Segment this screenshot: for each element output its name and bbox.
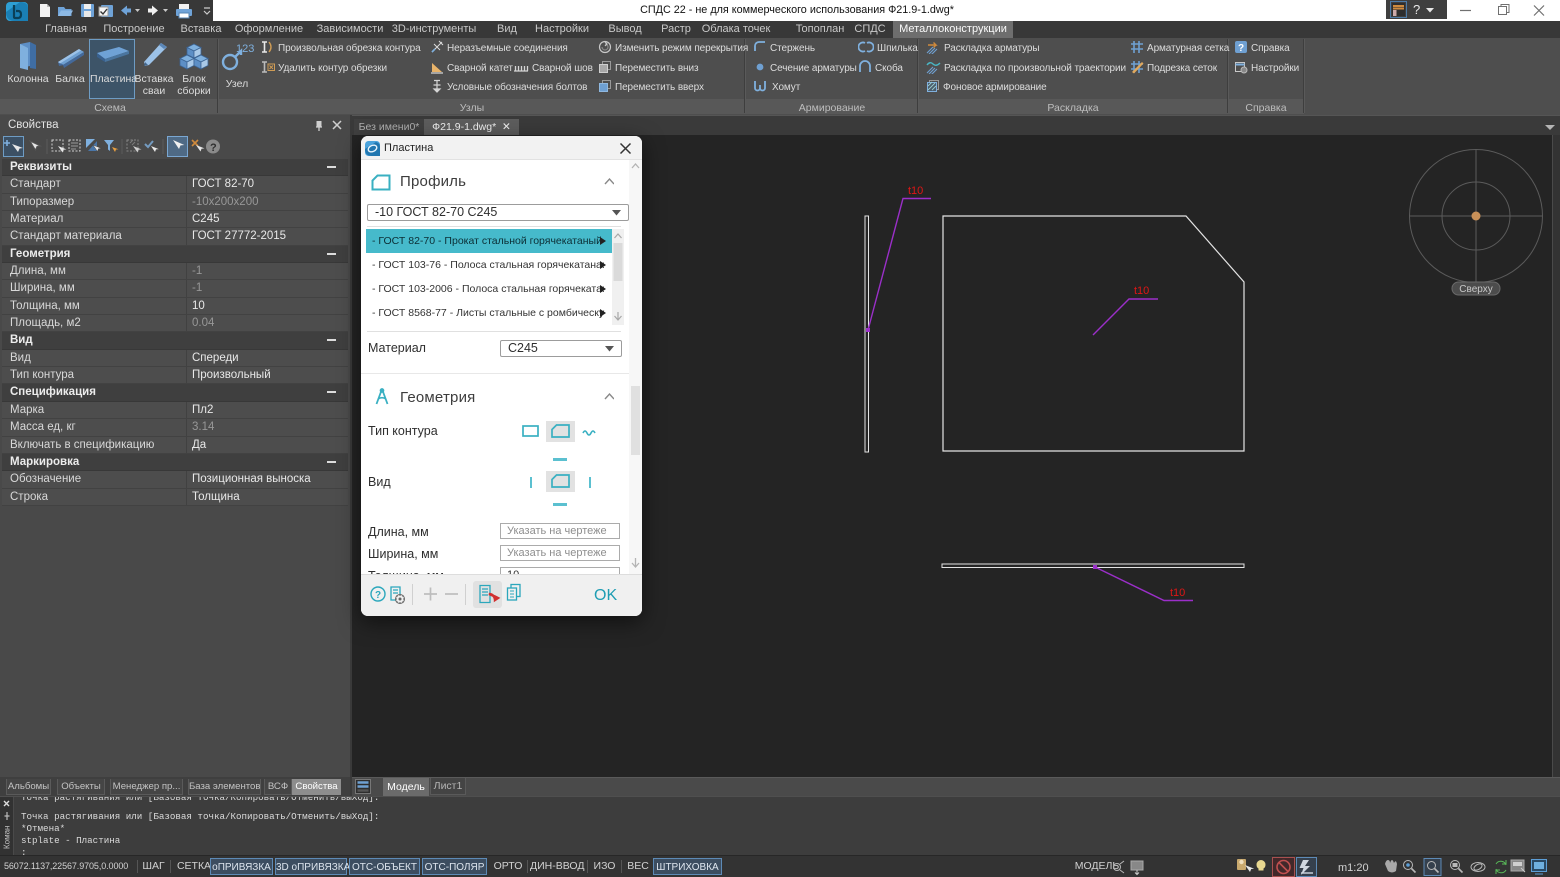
svg-text:t10: t10	[1170, 587, 1185, 599]
svg-text:?: ?	[375, 590, 381, 601]
svg-text:?: ?	[1413, 2, 1420, 17]
svg-text:m1:20: m1:20	[1338, 862, 1369, 874]
svg-text:Сверху: Сверху	[1459, 284, 1492, 295]
svg-text:t10: t10	[1134, 285, 1149, 297]
svg-text:OK: OK	[594, 587, 617, 604]
svg-text:t10: t10	[908, 185, 923, 197]
svg-text:?: ?	[210, 142, 217, 154]
svg-text:?: ?	[1238, 43, 1244, 54]
svg-text:Коман: Коман	[3, 826, 12, 849]
